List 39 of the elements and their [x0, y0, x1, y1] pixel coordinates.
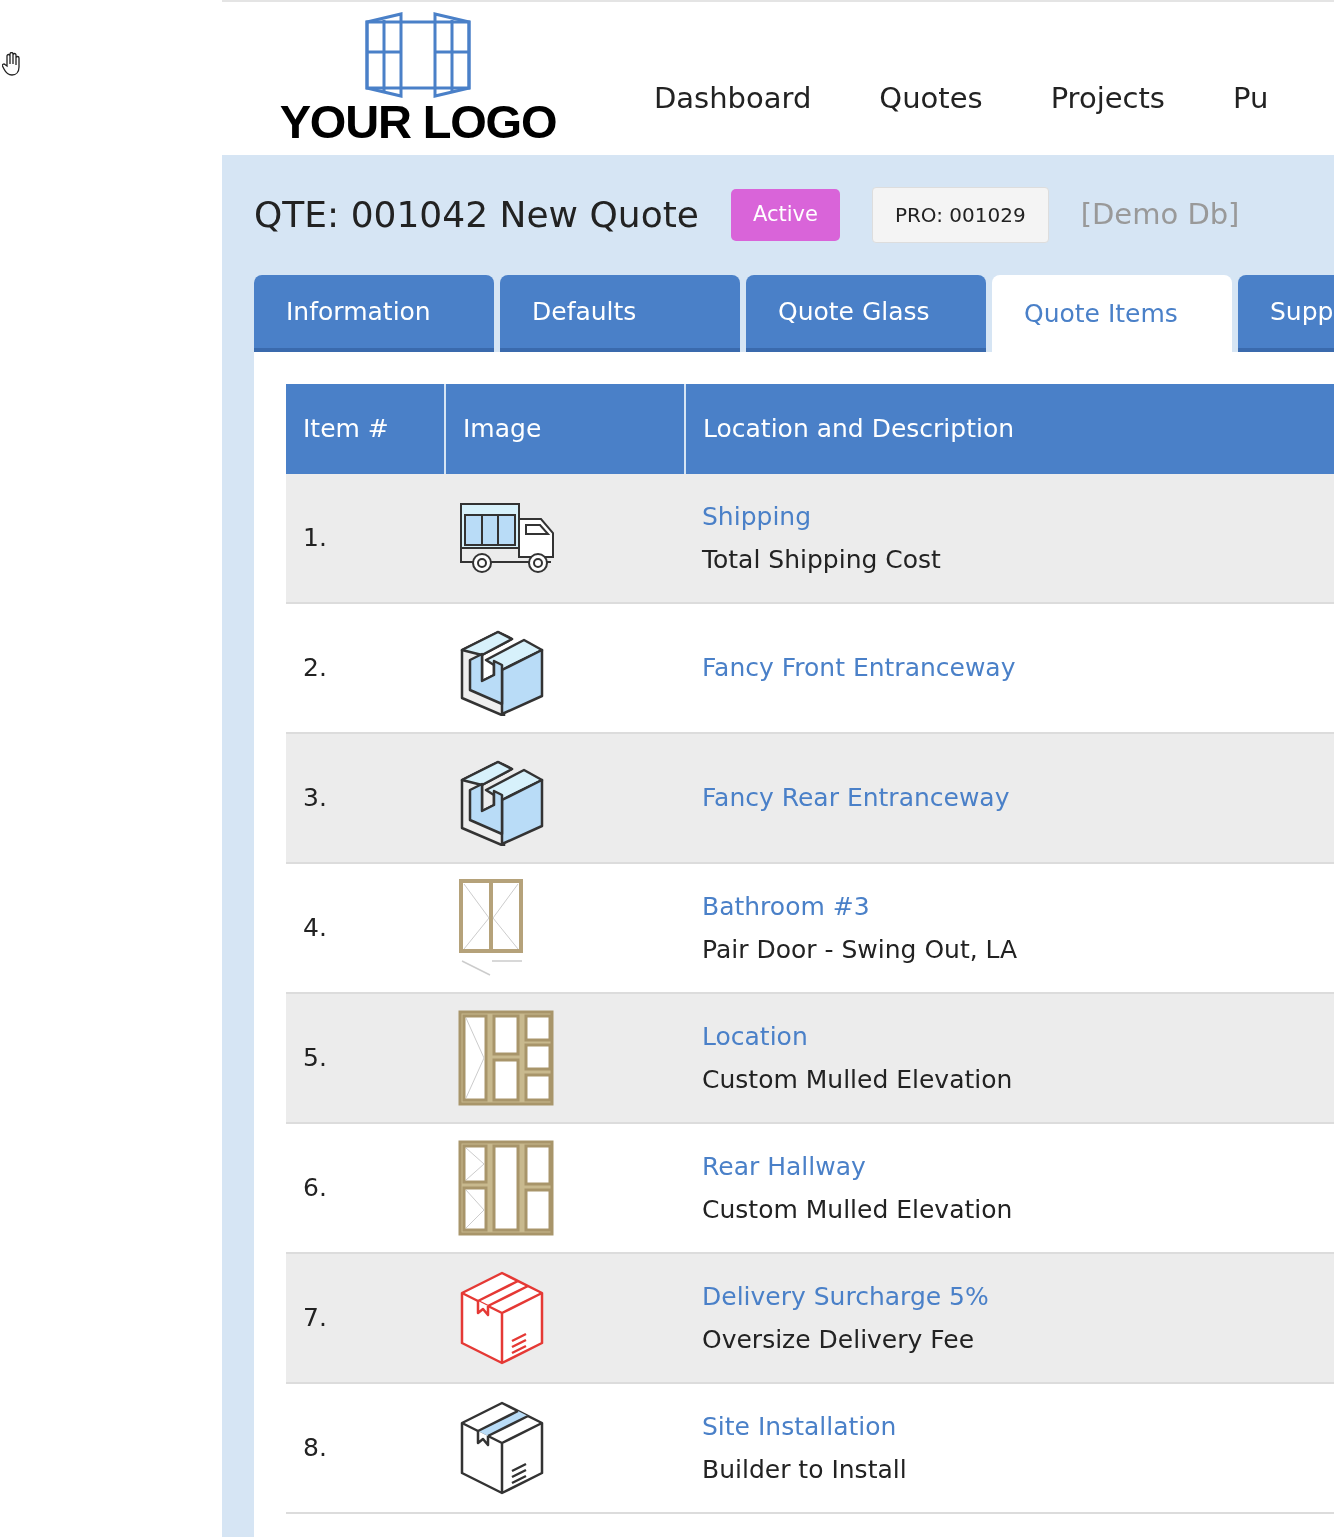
- nav-link[interactable]: Quotes: [879, 76, 983, 121]
- item-title-link[interactable]: Site Installation: [702, 1407, 897, 1445]
- item-number: 7.: [303, 1302, 327, 1335]
- tab[interactable]: Quote Items: [992, 275, 1232, 352]
- item-number: 3.: [303, 782, 327, 815]
- truck-icon: [458, 501, 556, 575]
- item-number: 2.: [303, 652, 327, 685]
- tab[interactable]: Quote Glass: [746, 275, 986, 352]
- item-number: 5.: [303, 1042, 327, 1075]
- item-description: Builder to Install: [702, 1454, 907, 1486]
- tab[interactable]: Information: [254, 275, 494, 352]
- item-description: Pair Door - Swing Out, LA: [702, 934, 1018, 966]
- box-icon: [458, 1399, 546, 1497]
- item-title-link[interactable]: Rear Hallway: [702, 1147, 866, 1185]
- window-logo-icon: [363, 12, 473, 98]
- nav-link[interactable]: Dashboard: [654, 76, 812, 121]
- table-row[interactable]: 7. Delivery Surcharge 5% Oversize Delivery Fee: [286, 1254, 1334, 1384]
- item-description: Total Shipping Cost: [702, 544, 941, 576]
- nav-link[interactable]: Pu: [1232, 76, 1269, 121]
- item-number: 6.: [303, 1172, 327, 1205]
- item-description: Custom Mulled Elevation: [702, 1194, 1013, 1226]
- box-icon: [458, 1269, 546, 1367]
- project-button[interactable]: PRO: 001029: [871, 187, 1049, 243]
- tab[interactable]: Supp: [1238, 275, 1334, 352]
- item-description: Custom Mulled Elevation: [702, 1064, 1013, 1096]
- item-number: 1.: [303, 522, 327, 555]
- table-row[interactable]: 5. Location Custom Mulled Elevation: [286, 994, 1334, 1124]
- database-label: [Demo Db]: [1080, 196, 1240, 234]
- tab[interactable]: Defaults: [500, 275, 740, 352]
- item-title-link[interactable]: Fancy Front Entranceway: [702, 649, 1016, 687]
- item-title-link[interactable]: Bathroom #3: [702, 887, 870, 925]
- item-description: Oversize Delivery Fee: [702, 1324, 975, 1356]
- table-row[interactable]: 1. Shipping Total Shipping Cost: [286, 474, 1334, 604]
- item-number: 8.: [303, 1432, 327, 1465]
- nav-link[interactable]: Projects: [1050, 76, 1165, 121]
- quote-title: QTE: 001042 New Quote: [254, 193, 699, 237]
- table-row[interactable]: 3. Fancy Rear Entranceway: [286, 734, 1334, 864]
- status-badge: Active: [730, 189, 840, 241]
- item-number: 4.: [303, 912, 327, 945]
